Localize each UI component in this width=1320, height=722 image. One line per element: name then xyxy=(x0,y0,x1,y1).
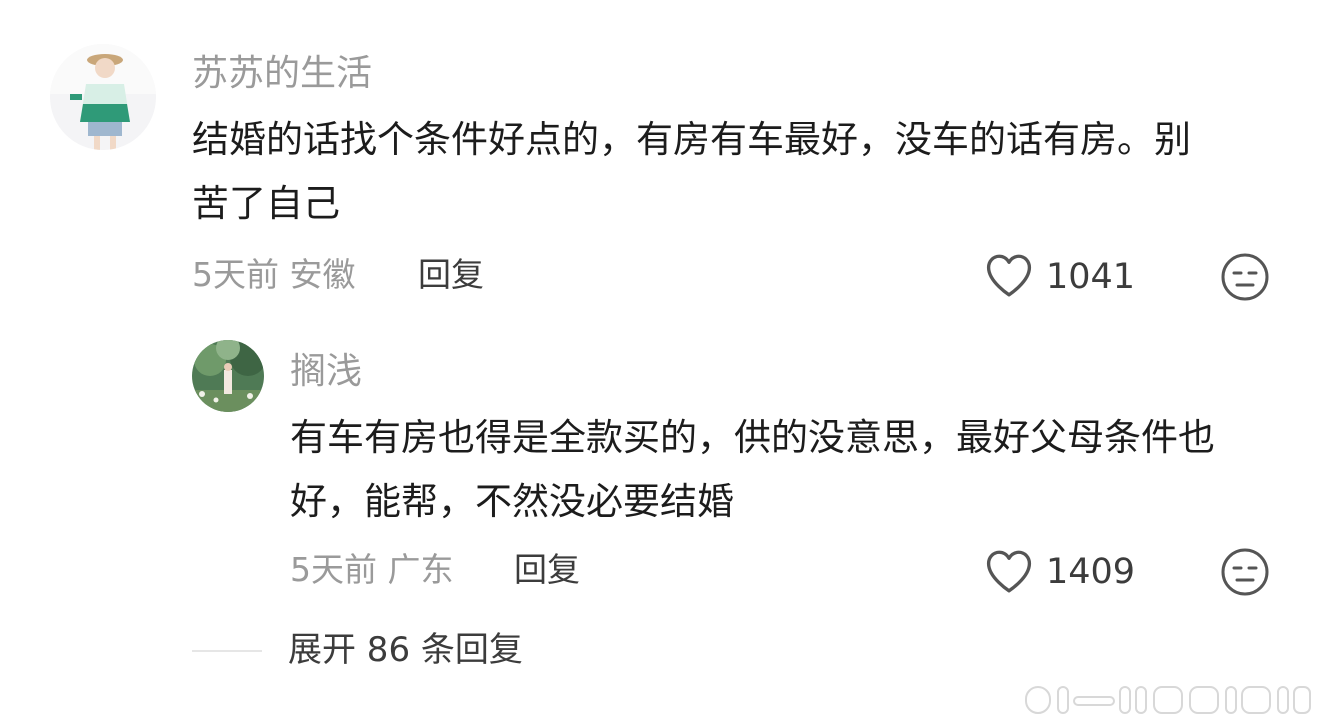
comment-time: 5天前 xyxy=(192,255,279,294)
heart-icon[interactable] xyxy=(984,548,1034,598)
watermark-logo xyxy=(1024,681,1314,721)
reply-location: 广东 xyxy=(387,550,454,589)
comment-username[interactable]: 苏苏的生活 xyxy=(192,52,372,96)
reply-avatar[interactable] xyxy=(192,340,264,412)
comment-location: 安徽 xyxy=(289,255,356,294)
reply-content: 有车有房也得是全款买的，供的没意思，最好父母条件也好，能帮，不然没必要结婚 xyxy=(290,416,1215,523)
expand-replies-button[interactable]: 展开 86 条回复 xyxy=(288,630,523,670)
like-count: 1041 xyxy=(1046,257,1136,297)
dislike-face-icon[interactable] xyxy=(1220,252,1270,306)
reply-button[interactable]: 回复 xyxy=(418,255,484,295)
comment-content: 结婚的话找个条件好点的，有房有车最好，没车的话有房。别苦了自己 xyxy=(192,118,1191,225)
avatar[interactable] xyxy=(50,44,156,150)
reply-meta: 5天前 广东 xyxy=(290,550,454,590)
reply-username[interactable]: 搁浅 xyxy=(290,350,362,394)
dislike-face-icon[interactable] xyxy=(1220,547,1270,601)
reply-like-count: 1409 xyxy=(1046,552,1136,592)
heart-icon[interactable] xyxy=(984,252,1034,302)
reply-reply-button[interactable]: 回复 xyxy=(514,550,580,590)
expand-divider xyxy=(192,650,262,652)
reply-time: 5天前 xyxy=(290,550,377,589)
comment-meta: 5天前 安徽 xyxy=(192,255,356,295)
